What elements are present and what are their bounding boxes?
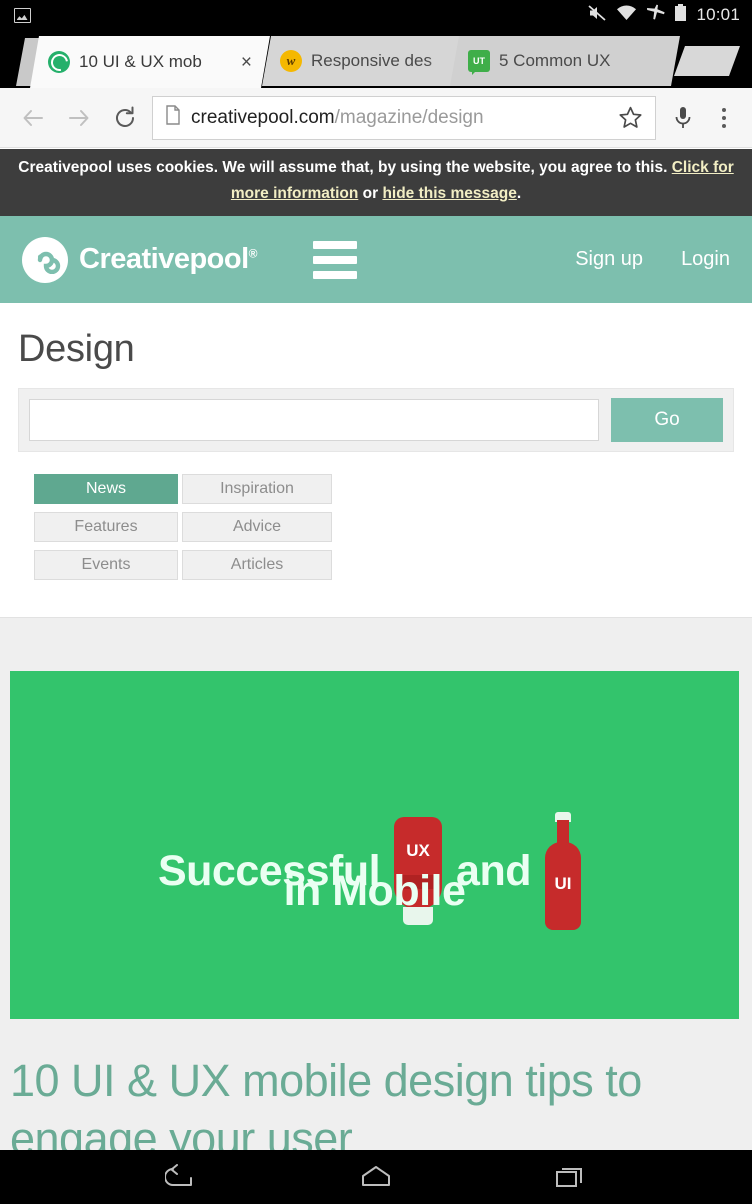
cookie-hide-link[interactable]: hide this message xyxy=(382,185,516,202)
cookie-consent-banner: Creativepool uses cookies. We will assum… xyxy=(0,149,752,216)
usertesting-icon: UT xyxy=(468,50,490,72)
mute-icon xyxy=(587,4,607,27)
reload-icon[interactable] xyxy=(102,95,148,141)
three-dot-menu-icon[interactable] xyxy=(706,96,742,140)
wifi-icon xyxy=(616,4,637,26)
url-bar[interactable]: creativepool.com/magazine/design xyxy=(152,95,656,141)
login-link[interactable]: Login xyxy=(681,248,730,271)
filter-articles[interactable]: Articles xyxy=(182,550,332,580)
back-icon[interactable] xyxy=(160,1160,204,1194)
filter-advice[interactable]: Advice xyxy=(182,512,332,542)
android-status-bar: 10:01 xyxy=(0,0,752,30)
creativepool-logo-icon xyxy=(22,236,68,283)
tab-title: Responsive des xyxy=(311,51,432,70)
device-screen: 10:01 f 10 UI & UX mob × w Responsive de… xyxy=(0,0,752,1204)
header-nav-links: Sign up Login xyxy=(575,248,730,271)
search-submit-button[interactable]: Go xyxy=(611,398,723,442)
site-header: Creativepool® Sign up Login xyxy=(0,216,752,303)
new-tab-button[interactable] xyxy=(674,46,740,76)
logo-trademark: ® xyxy=(248,246,258,261)
wordpress-icon: w xyxy=(280,50,302,72)
page-document-icon xyxy=(165,105,181,130)
filter-events[interactable]: Events xyxy=(34,550,178,580)
tab-title: 10 UI & UX mob xyxy=(79,52,202,71)
search-input[interactable] xyxy=(29,399,599,441)
filter-news[interactable]: News xyxy=(34,474,178,504)
hero-text-in-mobile: in Mobile xyxy=(283,867,466,915)
filter-features[interactable]: Features xyxy=(34,512,178,542)
status-clock: 10:01 xyxy=(696,5,740,24)
filter-inspiration[interactable]: Inspiration xyxy=(182,474,332,504)
browser-tab-active[interactable]: 10 UI & UX mob × xyxy=(30,36,270,88)
microphone-icon[interactable] xyxy=(660,95,706,141)
signup-link[interactable]: Sign up xyxy=(575,248,643,271)
battery-icon xyxy=(674,3,687,27)
hero-line-2: in Mobile xyxy=(10,867,739,916)
star-icon[interactable] xyxy=(613,95,647,141)
browser-toolbar: creativepool.com/magazine/design xyxy=(0,88,752,148)
cookie-text-or: or xyxy=(358,185,383,202)
creativepool-icon xyxy=(48,51,70,73)
site-logo-text: Creativepool® xyxy=(79,243,258,275)
android-navigation-bar xyxy=(0,1150,752,1204)
recent-apps-icon[interactable] xyxy=(548,1160,592,1194)
url-text: creativepool.com/magazine/design xyxy=(191,107,613,129)
tab-title: 5 Common UX xyxy=(499,51,611,70)
back-arrow-icon[interactable] xyxy=(10,95,56,141)
browser-tab[interactable]: UT 5 Common UX xyxy=(450,36,680,86)
url-domain: creativepool.com xyxy=(191,106,335,128)
home-icon[interactable] xyxy=(354,1160,398,1194)
category-filter-group: News Inspiration Features Advice Events … xyxy=(34,474,334,580)
cookie-text-end: . xyxy=(516,185,522,202)
url-path: /magazine/design xyxy=(334,106,484,128)
bottle-ux-label: UX xyxy=(406,841,430,860)
article-hero-image[interactable]: Successful UX and UI in Mobile xyxy=(10,671,739,1019)
screenshot-icon xyxy=(14,7,31,23)
status-system-icons: 10:01 xyxy=(587,3,752,27)
search-form: Go xyxy=(18,388,734,452)
cookie-text: Creativepool uses cookies. We will assum… xyxy=(18,159,672,176)
tab-close-button[interactable]: × xyxy=(235,53,258,72)
page-title: Design xyxy=(18,328,135,370)
hamburger-menu-icon[interactable] xyxy=(313,240,358,279)
forward-arrow-icon[interactable] xyxy=(56,95,102,141)
status-notifications xyxy=(0,7,31,23)
browser-tab-strip: f 10 UI & UX mob × w Responsive des × UT… xyxy=(0,30,752,88)
airplane-mode-icon xyxy=(646,4,666,26)
site-logo[interactable]: Creativepool® xyxy=(22,236,258,283)
